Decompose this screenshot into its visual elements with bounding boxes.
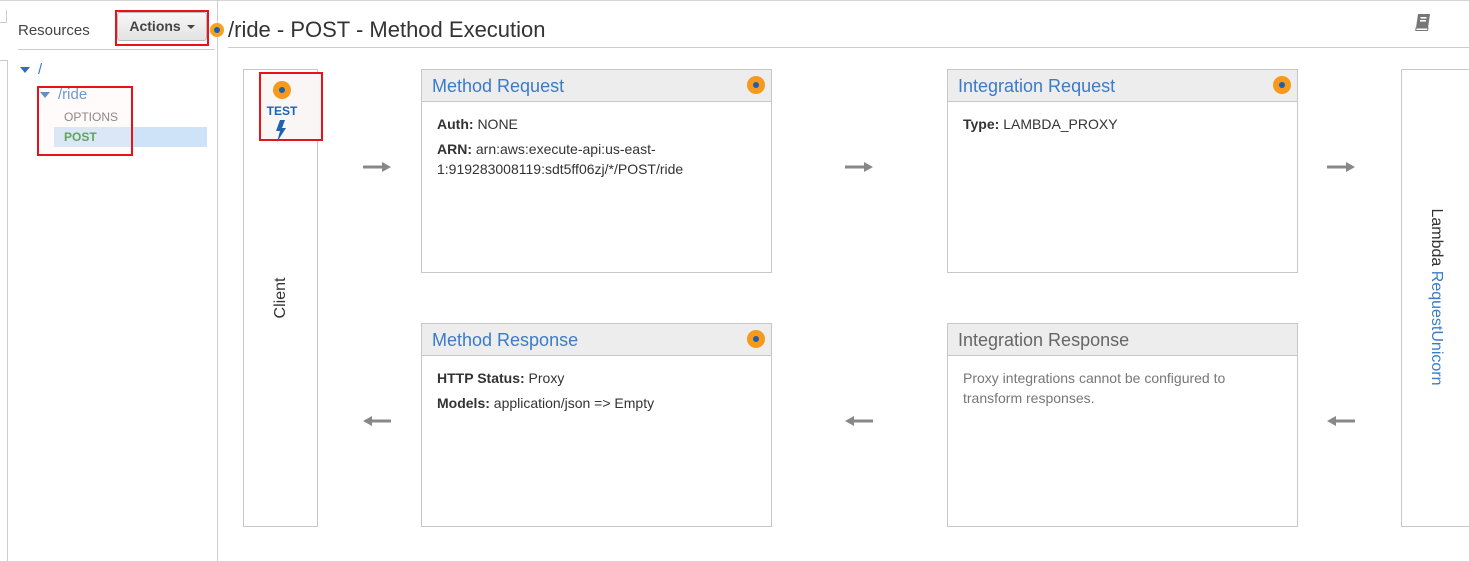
lightning-bolt-icon xyxy=(276,120,286,142)
status-dot-icon xyxy=(747,76,765,94)
lambda-label: Lambda RequestUnicorn xyxy=(1427,208,1445,385)
method-response-header[interactable]: Method Response xyxy=(422,324,771,356)
arrow-right-icon xyxy=(1327,162,1355,172)
tree-item-root[interactable]: / xyxy=(20,61,42,78)
method-request-title[interactable]: Method Request xyxy=(432,76,564,97)
divider xyxy=(18,49,215,50)
status-dot-icon xyxy=(210,23,224,37)
type-row: Type: LAMBDA_PROXY xyxy=(963,114,1282,134)
auth-row: Auth: NONE xyxy=(437,114,756,134)
auth-key: Auth: xyxy=(437,116,474,132)
header-divider xyxy=(228,47,1469,48)
method-request-header[interactable]: Method Request xyxy=(422,70,771,102)
type-value: LAMBDA_PROXY xyxy=(1003,116,1118,132)
method-request-panel: Method Request Auth: NONE ARN: arn:aws:e… xyxy=(421,69,772,273)
arn-row: ARN: arn:aws:execute-api:us-east-1:91928… xyxy=(437,139,756,179)
integration-response-note: Proxy integrations cannot be configured … xyxy=(963,370,1226,406)
arrow-left-icon xyxy=(845,416,873,426)
tree-method-options[interactable]: OPTIONS xyxy=(54,107,207,127)
http-status-value: Proxy xyxy=(528,370,565,386)
http-status-key: HTTP Status: xyxy=(437,370,525,386)
integration-request-header[interactable]: Integration Request xyxy=(948,70,1297,102)
integration-request-panel: Integration Request Type: LAMBDA_PROXY xyxy=(947,69,1298,273)
tree-item-ride-label: /ride xyxy=(58,86,88,103)
arrow-right-icon xyxy=(845,162,873,172)
test-label: TEST xyxy=(266,104,298,118)
arrow-left-icon xyxy=(1327,416,1355,426)
actions-dropdown-button[interactable]: Actions xyxy=(117,12,207,41)
http-status-row: HTTP Status: Proxy xyxy=(437,368,756,388)
arn-value: arn:aws:execute-api:us-east-1:9192830081… xyxy=(437,141,684,177)
resources-title: Resources xyxy=(18,22,90,39)
type-key: Type: xyxy=(963,116,1000,132)
models-row: Models: application/json => Empty xyxy=(437,393,756,413)
method-response-panel: Method Response HTTP Status: Proxy Model… xyxy=(421,323,772,527)
arrow-right-icon xyxy=(363,162,391,172)
status-dot-icon xyxy=(747,330,765,348)
tree-method-post[interactable]: POST xyxy=(54,127,207,147)
status-dot-icon xyxy=(1273,76,1291,94)
status-dot-icon xyxy=(273,81,291,99)
arrow-left-icon xyxy=(363,416,391,426)
integration-response-header: Integration Response xyxy=(948,324,1297,356)
left-panel-edge xyxy=(0,10,7,23)
expand-triangle-icon xyxy=(20,67,30,74)
caret-down-icon xyxy=(186,25,195,30)
integration-response-panel: Integration Response Proxy integrations … xyxy=(947,323,1298,527)
client-label: Client xyxy=(272,277,289,319)
top-border xyxy=(0,0,1469,1)
actions-label: Actions xyxy=(129,18,181,34)
tree-item-ride[interactable]: /ride xyxy=(40,86,87,103)
tree-item-root-label: / xyxy=(38,61,43,78)
lambda-function-link[interactable]: RequestUnicorn xyxy=(1428,271,1445,386)
auth-value: NONE xyxy=(477,116,518,132)
integration-response-title: Integration Response xyxy=(958,330,1130,350)
models-key: Models: xyxy=(437,395,490,411)
models-value: application/json => Empty xyxy=(493,395,655,411)
method-response-title[interactable]: Method Response xyxy=(432,330,578,351)
book-icon[interactable] xyxy=(1413,12,1433,32)
lambda-prefix: Lambda xyxy=(1428,208,1445,267)
resources-sidebar: Resources Actions / /ride OPTIONS POST xyxy=(8,0,218,561)
test-button[interactable]: TEST xyxy=(259,72,323,142)
page-title: /ride - POST - Method Execution xyxy=(228,17,546,42)
expand-triangle-icon xyxy=(40,92,50,99)
integration-request-title[interactable]: Integration Request xyxy=(958,76,1115,97)
arn-key: ARN: xyxy=(437,141,472,157)
